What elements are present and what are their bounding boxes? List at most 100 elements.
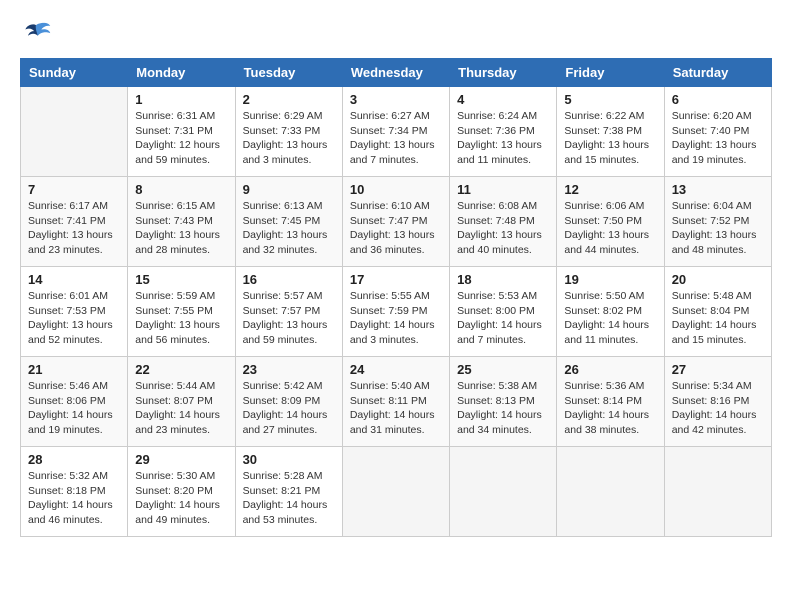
day-number: 7 bbox=[28, 182, 120, 197]
day-number: 1 bbox=[135, 92, 227, 107]
calendar-cell: 9 Sunrise: 6:13 AMSunset: 7:45 PMDaylight… bbox=[235, 177, 342, 267]
page-header bbox=[20, 20, 772, 48]
day-number: 16 bbox=[243, 272, 335, 287]
cell-info: Sunrise: 5:44 AMSunset: 8:07 PMDaylight:… bbox=[135, 379, 227, 438]
calendar-cell: 13 Sunrise: 6:04 AMSunset: 7:52 PMDayligh… bbox=[664, 177, 771, 267]
day-number: 4 bbox=[457, 92, 549, 107]
cell-info: Sunrise: 6:31 AMSunset: 7:31 PMDaylight:… bbox=[135, 109, 227, 168]
calendar-cell: 23 Sunrise: 5:42 AMSunset: 8:09 PMDayligh… bbox=[235, 357, 342, 447]
cell-info: Sunrise: 5:48 AMSunset: 8:04 PMDaylight:… bbox=[672, 289, 764, 348]
cell-info: Sunrise: 6:06 AMSunset: 7:50 PMDaylight:… bbox=[564, 199, 656, 258]
col-header-monday: Monday bbox=[128, 59, 235, 87]
day-number: 30 bbox=[243, 452, 335, 467]
calendar-cell: 12 Sunrise: 6:06 AMSunset: 7:50 PMDayligh… bbox=[557, 177, 664, 267]
calendar-cell: 2 Sunrise: 6:29 AMSunset: 7:33 PMDaylight… bbox=[235, 87, 342, 177]
day-number: 26 bbox=[564, 362, 656, 377]
week-row-4: 21Sunrise: 5:46 AMSunset: 8:06 PMDayligh… bbox=[21, 357, 772, 447]
col-header-thursday: Thursday bbox=[450, 59, 557, 87]
cell-info: Sunrise: 5:57 AMSunset: 7:57 PMDaylight:… bbox=[243, 289, 335, 348]
week-row-5: 28 Sunrise: 5:32 AMSunset: 8:18 PMDayligh… bbox=[21, 447, 772, 537]
calendar-cell bbox=[557, 447, 664, 537]
cell-info: Sunrise: 5:36 AMSunset: 8:14 PMDaylight:… bbox=[564, 379, 656, 438]
calendar-cell: 4 Sunrise: 6:24 AMSunset: 7:36 PMDaylight… bbox=[450, 87, 557, 177]
col-header-saturday: Saturday bbox=[664, 59, 771, 87]
calendar-cell: 25Sunrise: 5:38 AMSunset: 8:13 PMDayligh… bbox=[450, 357, 557, 447]
day-number: 2 bbox=[243, 92, 335, 107]
cell-info: Sunrise: 5:53 AMSunset: 8:00 PMDaylight:… bbox=[457, 289, 549, 348]
calendar-cell: 10 Sunrise: 6:10 AMSunset: 7:47 PMDayligh… bbox=[342, 177, 449, 267]
calendar-cell: 24 Sunrise: 5:40 AMSunset: 8:11 PMDayligh… bbox=[342, 357, 449, 447]
cell-info: Sunrise: 6:13 AMSunset: 7:45 PMDaylight:… bbox=[243, 199, 335, 258]
calendar-cell: 20 Sunrise: 5:48 AMSunset: 8:04 PMDayligh… bbox=[664, 267, 771, 357]
cell-info: Sunrise: 6:17 AMSunset: 7:41 PMDaylight:… bbox=[28, 199, 120, 258]
week-row-2: 7 Sunrise: 6:17 AMSunset: 7:41 PMDaylight… bbox=[21, 177, 772, 267]
day-number: 17 bbox=[350, 272, 442, 287]
day-number: 28 bbox=[28, 452, 120, 467]
cell-info: Sunrise: 5:32 AMSunset: 8:18 PMDaylight:… bbox=[28, 469, 120, 528]
calendar-cell: 7 Sunrise: 6:17 AMSunset: 7:41 PMDaylight… bbox=[21, 177, 128, 267]
day-number: 5 bbox=[564, 92, 656, 107]
week-row-1: 1 Sunrise: 6:31 AMSunset: 7:31 PMDaylight… bbox=[21, 87, 772, 177]
week-row-3: 14 Sunrise: 6:01 AMSunset: 7:53 PMDayligh… bbox=[21, 267, 772, 357]
cell-info: Sunrise: 6:22 AMSunset: 7:38 PMDaylight:… bbox=[564, 109, 656, 168]
day-number: 21 bbox=[28, 362, 120, 377]
cell-info: Sunrise: 5:59 AMSunset: 7:55 PMDaylight:… bbox=[135, 289, 227, 348]
cell-info: Sunrise: 6:24 AMSunset: 7:36 PMDaylight:… bbox=[457, 109, 549, 168]
day-number: 13 bbox=[672, 182, 764, 197]
day-number: 29 bbox=[135, 452, 227, 467]
calendar-header-row: SundayMondayTuesdayWednesdayThursdayFrid… bbox=[21, 59, 772, 87]
day-number: 22 bbox=[135, 362, 227, 377]
cell-info: Sunrise: 5:38 AMSunset: 8:13 PMDaylight:… bbox=[457, 379, 549, 438]
cell-info: Sunrise: 6:10 AMSunset: 7:47 PMDaylight:… bbox=[350, 199, 442, 258]
calendar-table: SundayMondayTuesdayWednesdayThursdayFrid… bbox=[20, 58, 772, 537]
calendar-cell bbox=[664, 447, 771, 537]
calendar-cell: 27Sunrise: 5:34 AMSunset: 8:16 PMDayligh… bbox=[664, 357, 771, 447]
calendar-cell: 15 Sunrise: 5:59 AMSunset: 7:55 PMDayligh… bbox=[128, 267, 235, 357]
col-header-wednesday: Wednesday bbox=[342, 59, 449, 87]
day-number: 24 bbox=[350, 362, 442, 377]
cell-info: Sunrise: 6:01 AMSunset: 7:53 PMDaylight:… bbox=[28, 289, 120, 348]
cell-info: Sunrise: 6:29 AMSunset: 7:33 PMDaylight:… bbox=[243, 109, 335, 168]
calendar-cell: 19 Sunrise: 5:50 AMSunset: 8:02 PMDayligh… bbox=[557, 267, 664, 357]
day-number: 15 bbox=[135, 272, 227, 287]
day-number: 14 bbox=[28, 272, 120, 287]
calendar-cell: 21Sunrise: 5:46 AMSunset: 8:06 PMDayligh… bbox=[21, 357, 128, 447]
calendar-cell: 3 Sunrise: 6:27 AMSunset: 7:34 PMDaylight… bbox=[342, 87, 449, 177]
logo-bird-icon bbox=[20, 20, 52, 48]
cell-info: Sunrise: 6:08 AMSunset: 7:48 PMDaylight:… bbox=[457, 199, 549, 258]
day-number: 19 bbox=[564, 272, 656, 287]
day-number: 10 bbox=[350, 182, 442, 197]
calendar-cell: 22 Sunrise: 5:44 AMSunset: 8:07 PMDayligh… bbox=[128, 357, 235, 447]
day-number: 23 bbox=[243, 362, 335, 377]
day-number: 20 bbox=[672, 272, 764, 287]
day-number: 8 bbox=[135, 182, 227, 197]
calendar-cell: 26 Sunrise: 5:36 AMSunset: 8:14 PMDayligh… bbox=[557, 357, 664, 447]
cell-info: Sunrise: 5:30 AMSunset: 8:20 PMDaylight:… bbox=[135, 469, 227, 528]
calendar-cell: 5 Sunrise: 6:22 AMSunset: 7:38 PMDaylight… bbox=[557, 87, 664, 177]
day-number: 12 bbox=[564, 182, 656, 197]
calendar-cell bbox=[21, 87, 128, 177]
calendar-cell: 28 Sunrise: 5:32 AMSunset: 8:18 PMDayligh… bbox=[21, 447, 128, 537]
col-header-tuesday: Tuesday bbox=[235, 59, 342, 87]
calendar-cell: 29 Sunrise: 5:30 AMSunset: 8:20 PMDayligh… bbox=[128, 447, 235, 537]
day-number: 18 bbox=[457, 272, 549, 287]
day-number: 11 bbox=[457, 182, 549, 197]
cell-info: Sunrise: 5:50 AMSunset: 8:02 PMDaylight:… bbox=[564, 289, 656, 348]
cell-info: Sunrise: 5:42 AMSunset: 8:09 PMDaylight:… bbox=[243, 379, 335, 438]
calendar-cell: 30 Sunrise: 5:28 AMSunset: 8:21 PMDayligh… bbox=[235, 447, 342, 537]
day-number: 9 bbox=[243, 182, 335, 197]
day-number: 6 bbox=[672, 92, 764, 107]
col-header-friday: Friday bbox=[557, 59, 664, 87]
calendar-cell: 11 Sunrise: 6:08 AMSunset: 7:48 PMDayligh… bbox=[450, 177, 557, 267]
cell-info: Sunrise: 6:04 AMSunset: 7:52 PMDaylight:… bbox=[672, 199, 764, 258]
calendar-cell bbox=[342, 447, 449, 537]
calendar-cell: 8 Sunrise: 6:15 AMSunset: 7:43 PMDaylight… bbox=[128, 177, 235, 267]
cell-info: Sunrise: 6:27 AMSunset: 7:34 PMDaylight:… bbox=[350, 109, 442, 168]
cell-info: Sunrise: 5:40 AMSunset: 8:11 PMDaylight:… bbox=[350, 379, 442, 438]
cell-info: Sunrise: 6:15 AMSunset: 7:43 PMDaylight:… bbox=[135, 199, 227, 258]
calendar-cell bbox=[450, 447, 557, 537]
day-number: 3 bbox=[350, 92, 442, 107]
calendar-cell: 17Sunrise: 5:55 AMSunset: 7:59 PMDayligh… bbox=[342, 267, 449, 357]
cell-info: Sunrise: 5:28 AMSunset: 8:21 PMDaylight:… bbox=[243, 469, 335, 528]
calendar-cell: 16 Sunrise: 5:57 AMSunset: 7:57 PMDayligh… bbox=[235, 267, 342, 357]
